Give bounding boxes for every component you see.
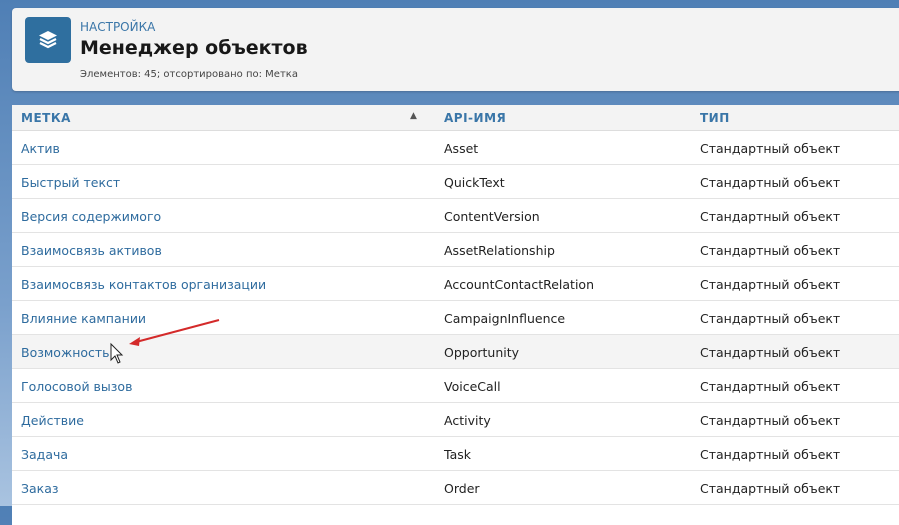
mouse-cursor-icon <box>110 342 124 364</box>
annotation-overlay <box>110 319 220 364</box>
red-arrow-annotation <box>129 319 220 346</box>
